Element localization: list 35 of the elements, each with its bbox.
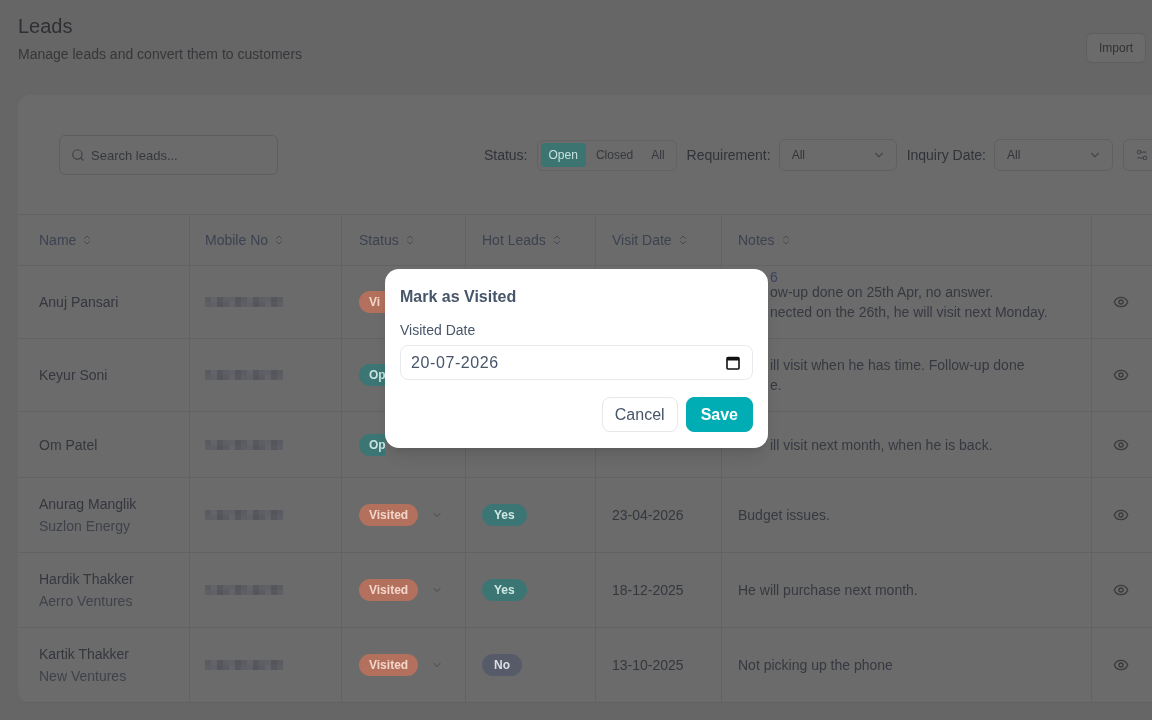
- lead-name: Anurag Manglik: [39, 495, 138, 514]
- status-label: Status:: [483, 145, 528, 165]
- cancel-button[interactable]: Cancel: [601, 397, 678, 432]
- visit-date: 18-12-2025: [612, 580, 684, 600]
- lead-name: Kartik Thakker: [39, 645, 130, 664]
- filter-button[interactable]: [1123, 139, 1152, 171]
- status-filter-option[interactable]: Open: [540, 143, 586, 167]
- status-badge: Visited: [359, 654, 419, 676]
- lead-name: Keyur Soni: [39, 366, 109, 385]
- import-button[interactable]: Import: [1086, 33, 1146, 63]
- page-title: Leads: [18, 14, 74, 39]
- hot-lead-badge: Yes: [482, 579, 527, 601]
- hot-lead-badge: Yes: [482, 504, 527, 526]
- save-button[interactable]: Save: [685, 397, 753, 432]
- inquiry-date-label: Inquiry Date:: [906, 145, 986, 165]
- status-badge: Op: [359, 364, 385, 386]
- status-badge: Op: [359, 433, 385, 456]
- search-icon: [71, 148, 85, 162]
- status-badge: Visited: [359, 504, 419, 526]
- sliders-icon: [1135, 148, 1149, 162]
- eye-icon[interactable]: [1113, 582, 1129, 598]
- visit-date: 13-10-2025: [612, 655, 684, 675]
- eye-icon[interactable]: [1113, 507, 1129, 523]
- lead-name: Anuj Pansari: [39, 293, 120, 312]
- dialog-title: Mark as Visited: [400, 287, 518, 307]
- eye-icon[interactable]: [1113, 657, 1129, 673]
- status-badge: Visited: [359, 579, 419, 601]
- date-field[interactable]: 20-07-2026: [400, 345, 753, 380]
- requirement-label: Requirement:: [686, 145, 771, 165]
- eye-icon[interactable]: [1113, 367, 1129, 383]
- field-label: Visited Date: [400, 321, 477, 340]
- eye-icon[interactable]: [1113, 294, 1129, 310]
- status-badge: Vi: [359, 291, 385, 313]
- calendar-icon[interactable]: [726, 355, 740, 370]
- hot-lead-badge: No: [482, 654, 522, 676]
